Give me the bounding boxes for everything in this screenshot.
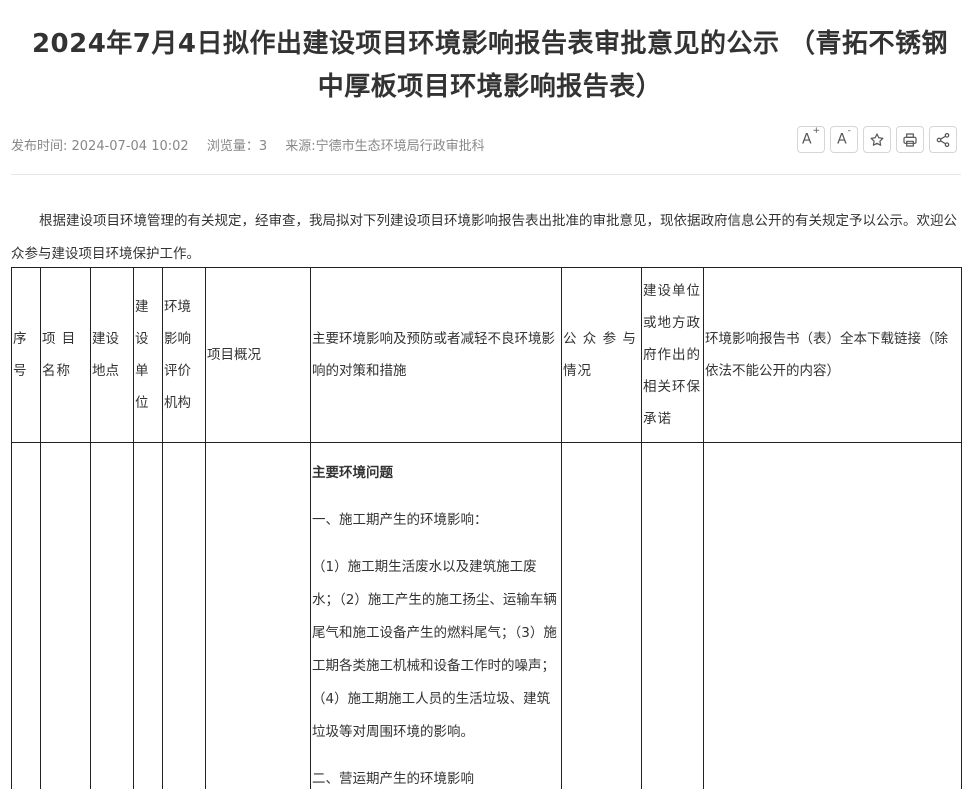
- measures-paragraph-1: （1）施工期生活废水以及建筑施工废水；（2）施工产生的施工扬尘、运输车辆尾气和施…: [312, 559, 557, 740]
- header-cell: 公 众 参 与 情况: [561, 267, 642, 443]
- font-increase-icon: A+: [801, 126, 821, 148]
- page-title: 2024年7月4日拟作出建设项目环境影响报告表审批意见的公示 （青拓不锈钢 中厚…: [0, 23, 980, 109]
- table-cell: [133, 442, 163, 789]
- table-cell: [11, 442, 41, 789]
- table-cell: [703, 442, 962, 789]
- favorite-button[interactable]: [863, 126, 891, 153]
- header-cell: 主要环境影响及预防或者减轻不良环境影响的对策和措施: [310, 267, 562, 443]
- share-icon: [936, 132, 950, 147]
- source: 来源:宁德市生态环境局行政审批科: [285, 139, 485, 154]
- font-decrease-button[interactable]: A-: [830, 126, 858, 153]
- header-cell: 项目概况: [205, 267, 311, 443]
- header-cell: 序号: [11, 267, 41, 443]
- measures-cell: 主要环境问题 一、施工期产生的环境影响： （1）施工期生活废水以及建筑施工废水；…: [310, 442, 562, 789]
- header-cell: 项 目 名称: [40, 267, 91, 443]
- share-button[interactable]: [929, 126, 957, 153]
- publish-time: 发布时间: 2024-07-04 10:02: [11, 139, 189, 154]
- measures-section-2: 二、营运期产生的环境影响: [312, 771, 474, 787]
- header-cell: 环境影响报告书（表）全本下载链接（除依法不能公开的内容）: [703, 267, 962, 443]
- table-cell: [641, 442, 704, 789]
- page-title-line-1: 2024年7月4日拟作出建设项目环境影响报告表审批意见的公示 （青拓不锈钢: [31, 29, 949, 60]
- table-cell: [205, 442, 311, 789]
- table-row: 主要环境问题 一、施工期产生的环境影响： （1）施工期生活废水以及建筑施工废水；…: [11, 442, 962, 789]
- printer-icon: [903, 132, 917, 147]
- header-cell: 建设单位: [133, 267, 163, 443]
- header-cell: 环境影响评价机构: [162, 267, 206, 443]
- measures-heading: 主要环境问题: [312, 465, 393, 481]
- view-count: 浏览量：3: [206, 139, 268, 154]
- measures-section-1: 一、施工期产生的环境影响：: [312, 512, 488, 528]
- header-cell: 建设单位或地方政府作出的相关环保承诺: [641, 267, 704, 443]
- page: 2024年7月4日拟作出建设项目环境影响报告表审批意见的公示 （青拓不锈钢 中厚…: [0, 0, 980, 789]
- meta-divider: [11, 174, 961, 175]
- page-title-line-2: 中厚板项目环境影响报告表）: [317, 72, 663, 103]
- table-cell: [90, 442, 134, 789]
- print-button[interactable]: [896, 126, 924, 153]
- header-cell: 建设地点: [90, 267, 134, 443]
- table-cell: [40, 442, 91, 789]
- font-increase-button[interactable]: A+: [797, 126, 825, 153]
- article-meta: 发布时间: 2024-07-04 10:02 浏览量：3 来源:宁德市生态环境局…: [11, 137, 499, 157]
- table-header-row: 序号 项 目 名称 建设地点 建设单位 环境影响评价机构 项目概况 主要环境影响…: [11, 267, 962, 443]
- font-decrease-icon: A-: [837, 126, 851, 148]
- table-cell: [561, 442, 642, 789]
- approval-table: 序号 项 目 名称 建设地点 建设单位 环境影响评价机构 项目概况 主要环境影响…: [11, 267, 962, 789]
- intro-paragraph: 根据建设项目环境管理的有关规定，经审查，我局拟对下列建设项目环境影响报告表出批准…: [11, 213, 957, 262]
- article-toolbar: A+ A-: [797, 126, 957, 153]
- table-cell: [162, 442, 206, 789]
- star-icon: [870, 132, 884, 146]
